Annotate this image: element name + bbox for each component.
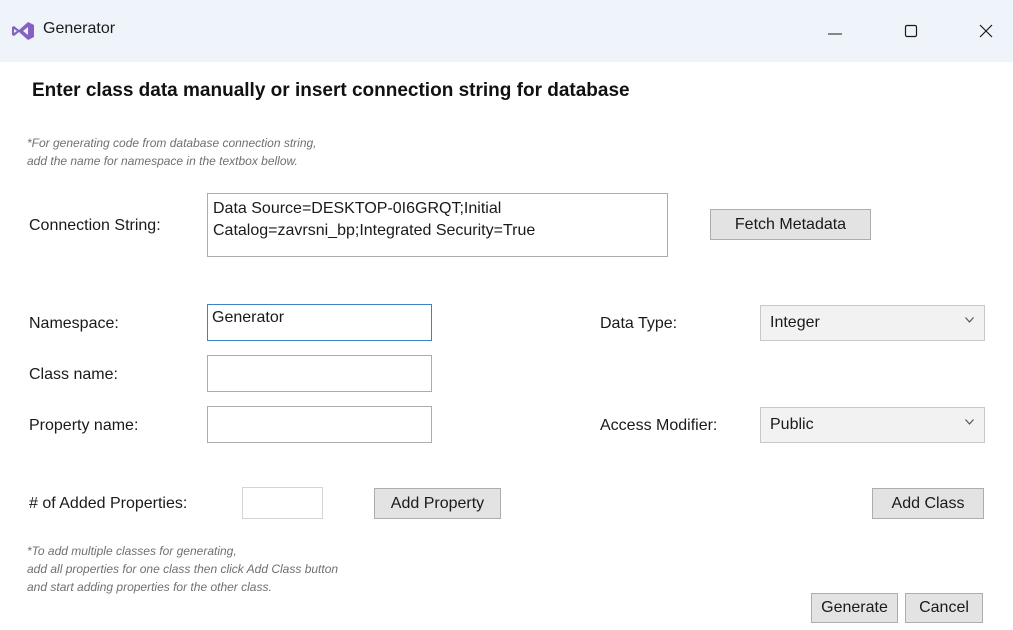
close-button[interactable] [963, 12, 1009, 50]
add-property-button[interactable]: Add Property [374, 488, 501, 519]
access-modifier-select[interactable]: Public [760, 407, 985, 443]
generate-button[interactable]: Generate [811, 593, 898, 623]
data-type-value: Integer [770, 314, 820, 331]
class-name-input[interactable] [207, 355, 432, 392]
window-title: Generator [43, 20, 116, 37]
namespace-input[interactable]: Generator [207, 304, 432, 341]
property-name-input[interactable] [207, 406, 432, 443]
database-note: *For generating code from database conne… [27, 134, 317, 170]
title-bar: Generator [0, 0, 1013, 62]
page-heading: Enter class data manually or insert conn… [32, 80, 630, 101]
property-name-label: Property name: [29, 417, 139, 434]
added-properties-count [242, 487, 323, 519]
minimize-button[interactable] [812, 12, 858, 50]
minimize-icon [828, 33, 842, 35]
class-name-label: Class name: [29, 366, 118, 383]
classes-note-line: add all properties for one class then cl… [27, 562, 339, 576]
add-class-button[interactable]: Add Class [872, 488, 984, 519]
connection-string-label: Connection String: [29, 217, 161, 234]
classes-note-line: and start adding properties for the othe… [27, 580, 272, 594]
data-type-select[interactable]: Integer [760, 305, 985, 341]
maximize-icon [904, 24, 918, 38]
visual-studio-icon [12, 22, 34, 40]
connection-string-line: Data Source=DESKTOP-0I6GRQT;Initial [213, 200, 502, 217]
access-modifier-value: Public [770, 416, 814, 433]
close-icon [979, 24, 993, 38]
maximize-button[interactable] [888, 12, 934, 50]
access-modifier-label: Access Modifier: [600, 417, 718, 434]
database-note-line: *For generating code from database conne… [27, 136, 317, 150]
classes-note: *To add multiple classes for generating,… [27, 542, 338, 596]
connection-string-line: Catalog=zavrsni_bp;Integrated Security=T… [213, 222, 536, 239]
data-type-label: Data Type: [600, 315, 678, 332]
database-note-line: add the name for namespace in the textbo… [27, 154, 298, 168]
added-properties-label: # of Added Properties: [29, 495, 188, 512]
classes-note-line: *To add multiple classes for generating, [27, 544, 237, 558]
namespace-label: Namespace: [29, 315, 119, 332]
connection-string-input[interactable]: Data Source=DESKTOP-0I6GRQT;Initial Cata… [207, 193, 668, 257]
cancel-button[interactable]: Cancel [905, 593, 983, 623]
fetch-metadata-button[interactable]: Fetch Metadata [710, 209, 871, 240]
chevron-down-icon [965, 317, 974, 323]
chevron-down-icon [965, 419, 974, 425]
